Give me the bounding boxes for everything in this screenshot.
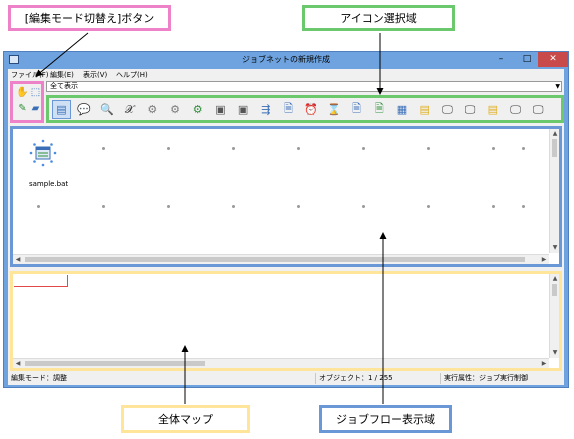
document-arrow-icon[interactable]: 🗎	[370, 100, 389, 119]
grid-point	[102, 205, 105, 208]
grid-point	[362, 205, 365, 208]
map-horizontal-thumb[interactable]	[25, 361, 205, 366]
close-button[interactable]: ✕	[538, 52, 568, 67]
transfer-icon[interactable]: ⇶	[256, 100, 275, 119]
scroll-left-icon[interactable]: ◀	[13, 359, 23, 369]
grid-point	[232, 205, 235, 208]
callout-mode-button: [編集モード切替え]ボタン	[8, 5, 171, 31]
eraser-icon[interactable]: ▰	[29, 102, 42, 115]
status-bar: 編集モード：調整 オブジェクト：1 / 255 実行属性：ジョブ実行制御	[8, 373, 564, 384]
grid-point	[37, 205, 40, 208]
job-node[interactable]: sample.bat	[23, 137, 68, 188]
grid-point	[297, 147, 300, 150]
status-attribute: 実行属性：ジョブ実行制御	[440, 373, 528, 384]
scroll-down-icon[interactable]: ▼	[550, 243, 560, 253]
icon-palette: ▤ 💬 🔍 𝒳 ⚙ ⚙ ⚙ ▣ ▣ ⇶ 🗎 ⏰ ⌛ 🗎 🗎 ▦ ▤ 🖵 🖵 ▤ 🖵 🖵	[46, 95, 564, 123]
grid-point	[167, 205, 170, 208]
callout-icon-area: アイコン選択域	[302, 5, 455, 31]
calendar-icon[interactable]: ▦	[393, 100, 412, 119]
callout-overall-map: 全体マップ	[121, 405, 250, 433]
scroll-right-icon[interactable]: ▶	[539, 255, 549, 265]
app-window: ジョブネットの新規作成 – □ ✕ ファイル(F) 編集(E) 表示(V) ヘル…	[3, 51, 569, 388]
grid-point	[167, 147, 170, 150]
select-icon[interactable]: ⬚	[29, 86, 42, 99]
scroll-right-icon[interactable]: ▶	[539, 359, 549, 369]
gear-icon[interactable]: ⚙	[143, 100, 162, 119]
scroll-down-icon[interactable]: ▼	[550, 348, 560, 358]
grid-point	[492, 147, 495, 150]
map-vertical-scrollbar[interactable]: ▲ ▼	[549, 274, 559, 358]
flow-vertical-thumb[interactable]	[552, 139, 557, 157]
document-icon[interactable]: 🗎	[347, 100, 366, 119]
map-vertical-thumb[interactable]	[552, 284, 557, 296]
menu-help[interactable]: ヘルプ(H)	[116, 70, 148, 80]
map-viewport-indicator[interactable]	[14, 275, 68, 287]
overall-map[interactable]: ▲ ▼ ◀ ▶	[10, 271, 562, 371]
scroll-left-icon[interactable]: ◀	[13, 255, 23, 265]
message-icon[interactable]: 💬	[75, 100, 94, 119]
gear-stop-icon[interactable]: ⚙	[166, 100, 185, 119]
map-horizontal-scrollbar[interactable]: ◀ ▶	[13, 358, 549, 368]
file-search-icon[interactable]: 🔍	[97, 100, 116, 119]
grid-point	[297, 205, 300, 208]
chevron-down-icon: ▼	[555, 83, 560, 90]
grid-point	[522, 147, 525, 150]
job-icon[interactable]: ▤	[52, 100, 71, 119]
title-bar[interactable]: ジョブネットの新規作成 – □ ✕	[4, 52, 568, 68]
grid-point	[362, 147, 365, 150]
job-label: sample.bat	[29, 180, 69, 188]
monitor-chat-icon[interactable]: 🖵	[438, 100, 457, 119]
printer-icon[interactable]: ▣	[211, 100, 230, 119]
flow-horizontal-scrollbar[interactable]: ◀ ▶	[13, 254, 549, 264]
flow-vertical-scrollbar[interactable]: ▲ ▼	[549, 129, 559, 253]
alarm-clock-icon[interactable]: ⏰	[302, 100, 321, 119]
batch-job-icon	[29, 139, 57, 167]
hourglass-icon[interactable]: ⌛	[324, 100, 343, 119]
file-clock-icon[interactable]: 🗎	[279, 100, 298, 119]
grid-point	[522, 205, 525, 208]
maximize-button[interactable]: □	[514, 52, 540, 67]
status-mode: 編集モード：調整	[11, 374, 67, 382]
grid-point	[427, 147, 430, 150]
view-select[interactable]: 全て表示 ▼	[46, 81, 562, 92]
flow-horizontal-thumb[interactable]	[25, 257, 525, 262]
menu-edit[interactable]: 編集(E)	[50, 70, 74, 80]
gear-check-icon[interactable]: ⚙	[188, 100, 207, 119]
menu-file[interactable]: ファイル(F)	[11, 70, 49, 80]
status-objects: オブジェクト：1 / 255	[315, 373, 393, 384]
formula-icon[interactable]: 𝒳	[120, 100, 139, 119]
minimize-button[interactable]: –	[488, 52, 514, 67]
edit-mode-toggle-buttons: ✋ ⬚ ✎ ▰	[10, 81, 44, 123]
view-select-value: 全て表示	[50, 82, 78, 90]
monitor-cancel-icon[interactable]: 🖵	[461, 100, 480, 119]
menu-view[interactable]: 表示(V)	[83, 70, 107, 80]
grid-point	[102, 147, 105, 150]
job-flow-area[interactable]: sample.bat ▲ ▼ ◀ ▶	[10, 126, 562, 267]
monitor-stop-icon[interactable]: 🖵	[506, 100, 525, 119]
note-cancel-icon[interactable]: ▤	[483, 100, 502, 119]
note-yellow-icon[interactable]: ▤	[415, 100, 434, 119]
window-title: ジョブネットの新規作成	[242, 55, 330, 64]
printer-lock-icon[interactable]: ▣	[234, 100, 253, 119]
client-area: ファイル(F) 編集(E) 表示(V) ヘルプ(H) 全て表示 ▼ ✋ ⬚ ✎ …	[8, 69, 564, 385]
grid-point	[427, 205, 430, 208]
menu-bar: ファイル(F) 編集(E) 表示(V) ヘルプ(H)	[8, 69, 564, 80]
grid-point	[232, 147, 235, 150]
pencil-icon[interactable]: ✎	[16, 102, 29, 115]
monitor-arrow-icon[interactable]: 🖵	[529, 100, 548, 119]
scroll-up-icon[interactable]: ▲	[550, 129, 560, 139]
hand-icon[interactable]: ✋	[16, 86, 29, 99]
scroll-up-icon[interactable]: ▲	[550, 274, 560, 284]
grid-point	[492, 205, 495, 208]
callout-job-flow-area: ジョブフロー表示域	[319, 405, 452, 433]
